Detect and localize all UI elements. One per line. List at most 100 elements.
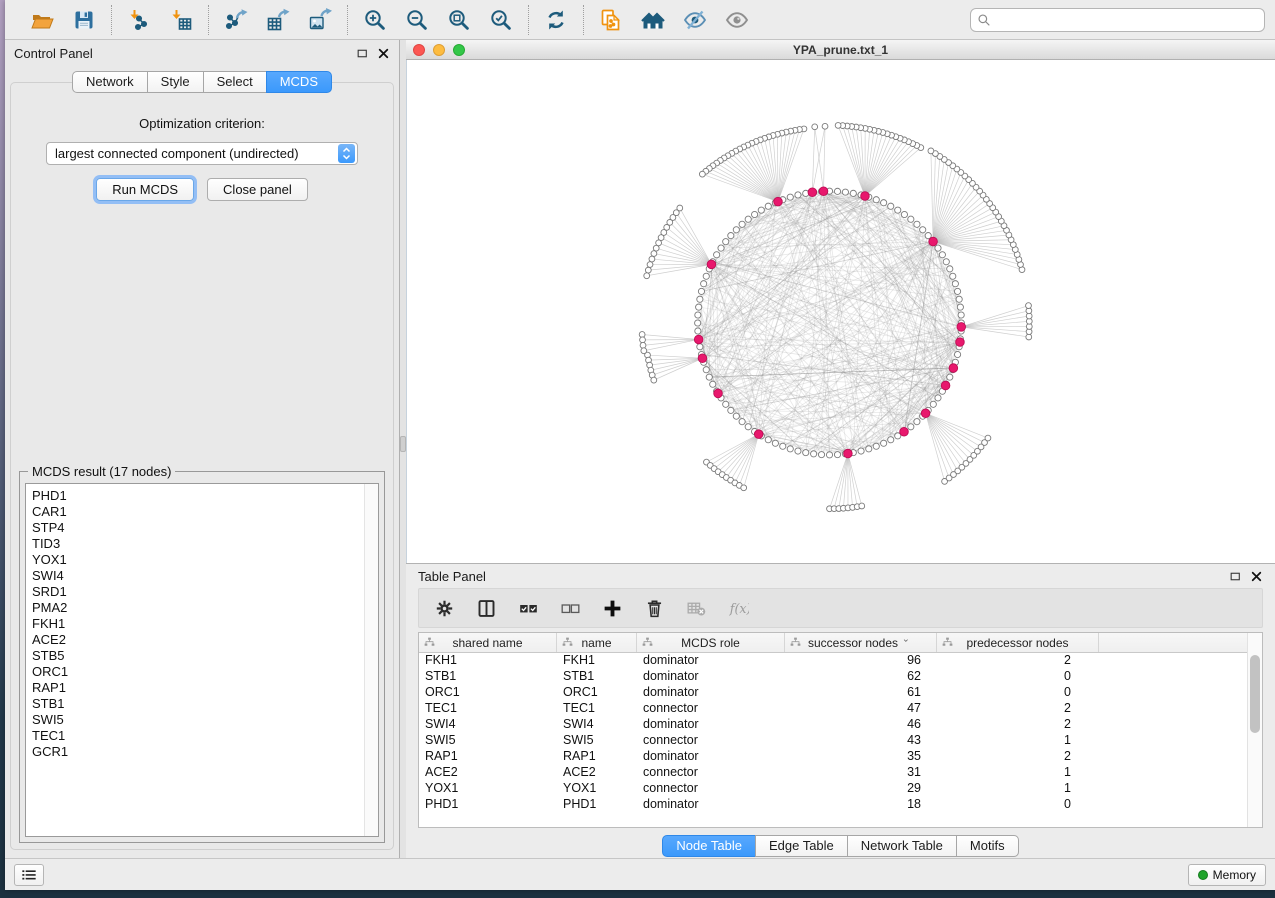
toolbar-group bbox=[208, 5, 347, 35]
table-cell: SWI4 bbox=[557, 717, 637, 733]
result-list-scrollbar[interactable] bbox=[364, 484, 378, 836]
tab-node-table[interactable]: Node Table bbox=[662, 835, 756, 857]
table-cell: dominator bbox=[637, 685, 785, 701]
close-table-panel-icon[interactable] bbox=[1250, 570, 1263, 583]
export-table-button[interactable] bbox=[263, 5, 293, 35]
tab-mcds[interactable]: MCDS bbox=[266, 71, 332, 93]
column-header-predecessor-nodes[interactable]: predecessor nodes bbox=[937, 633, 1099, 652]
result-list-item[interactable]: TID3 bbox=[32, 536, 364, 552]
result-list-item[interactable]: STP4 bbox=[32, 520, 364, 536]
column-header-icon bbox=[941, 636, 954, 649]
close-panel-icon[interactable] bbox=[377, 47, 390, 60]
result-list-item[interactable]: STB5 bbox=[32, 648, 364, 664]
table-row[interactable]: PHD1PHD1dominator180 bbox=[419, 797, 1247, 813]
zoom-in-button[interactable] bbox=[360, 5, 390, 35]
table-row[interactable]: RAP1RAP1dominator352 bbox=[419, 749, 1247, 765]
fit-columns-button[interactable] bbox=[473, 595, 499, 621]
list-icon bbox=[21, 868, 37, 882]
column-header-MCDS-role[interactable]: MCDS role bbox=[637, 633, 785, 652]
mcds-result-list[interactable]: PHD1CAR1STP4TID3YOX1SWI4SRD1PMA2FKH1ACE2… bbox=[25, 483, 379, 837]
unselect-all-columns-button[interactable] bbox=[557, 595, 583, 621]
tab-style[interactable]: Style bbox=[147, 71, 204, 93]
result-list-item[interactable]: SRD1 bbox=[32, 584, 364, 600]
zoom-selected-button[interactable] bbox=[486, 5, 516, 35]
column-header-successor-nodes[interactable]: successor nodes bbox=[785, 633, 937, 652]
close-panel-button[interactable]: Close panel bbox=[207, 178, 308, 201]
result-list-item[interactable]: GCR1 bbox=[32, 744, 364, 760]
copy-network-button[interactable] bbox=[596, 5, 626, 35]
table-cell: FKH1 bbox=[557, 653, 637, 669]
import-network-button[interactable] bbox=[124, 5, 154, 35]
main-area: Control Panel NetworkStyleSelectMCDS Opt… bbox=[5, 40, 1275, 858]
network-overview-button[interactable] bbox=[638, 5, 668, 35]
float-panel-icon[interactable] bbox=[356, 47, 369, 60]
network-canvas[interactable] bbox=[406, 60, 1275, 563]
zoom-fit-button[interactable] bbox=[444, 5, 474, 35]
result-list-item[interactable]: SWI5 bbox=[32, 712, 364, 728]
table-panel: Table Panel f(x) shar bbox=[406, 563, 1275, 858]
result-list-item[interactable]: SWI4 bbox=[32, 568, 364, 584]
table-header-row: shared namenameMCDS rolesuccessor nodesp… bbox=[419, 633, 1247, 653]
float-table-panel-icon[interactable] bbox=[1229, 570, 1242, 583]
import-network-icon bbox=[127, 8, 151, 32]
table-row[interactable]: SWI4SWI4dominator462 bbox=[419, 717, 1247, 733]
tab-network-table[interactable]: Network Table bbox=[847, 835, 957, 857]
result-list-item[interactable]: YOX1 bbox=[32, 552, 364, 568]
tab-network[interactable]: Network bbox=[72, 71, 148, 93]
open-session-button[interactable] bbox=[27, 5, 57, 35]
show-log-button[interactable] bbox=[14, 864, 44, 886]
result-list-item[interactable]: ACE2 bbox=[32, 632, 364, 648]
refresh-layout-button[interactable] bbox=[541, 5, 571, 35]
import-table-button[interactable] bbox=[166, 5, 196, 35]
table-row[interactable]: ACE2ACE2connector311 bbox=[419, 765, 1247, 781]
control-panel: Control Panel NetworkStyleSelectMCDS Opt… bbox=[5, 40, 400, 858]
criterion-select[interactable]: largest connected component (undirected) bbox=[46, 142, 358, 165]
export-image-button[interactable] bbox=[305, 5, 335, 35]
result-list-item[interactable]: STB1 bbox=[32, 696, 364, 712]
delete-columns-button[interactable] bbox=[641, 595, 667, 621]
table-settings-button[interactable] bbox=[431, 595, 457, 621]
result-list-item[interactable]: FKH1 bbox=[32, 616, 364, 632]
table-scrollbar[interactable] bbox=[1247, 633, 1262, 827]
column-header-name[interactable]: name bbox=[557, 633, 637, 652]
fit-columns-icon bbox=[476, 598, 497, 619]
column-header-shared-name[interactable]: shared name bbox=[419, 633, 557, 652]
table-cell: 0 bbox=[937, 797, 1099, 813]
hide-graphics-details-button[interactable] bbox=[680, 5, 710, 35]
table-row[interactable]: STB1STB1dominator620 bbox=[419, 669, 1247, 685]
function-builder-icon: f(x) bbox=[728, 598, 749, 619]
tab-motifs[interactable]: Motifs bbox=[956, 835, 1019, 857]
tab-select[interactable]: Select bbox=[203, 71, 267, 93]
save-session-icon bbox=[72, 8, 96, 32]
select-all-columns-button[interactable] bbox=[515, 595, 541, 621]
memory-button[interactable]: Memory bbox=[1188, 864, 1266, 886]
tab-edge-table[interactable]: Edge Table bbox=[755, 835, 848, 857]
result-list-item[interactable]: PHD1 bbox=[32, 488, 364, 504]
table-row[interactable]: ORC1ORC1dominator610 bbox=[419, 685, 1247, 701]
result-list-item[interactable]: PMA2 bbox=[32, 600, 364, 616]
search-input[interactable] bbox=[996, 13, 1258, 27]
result-list-item[interactable]: RAP1 bbox=[32, 680, 364, 696]
save-session-button[interactable] bbox=[69, 5, 99, 35]
table-cell: 1 bbox=[937, 781, 1099, 797]
add-column-button[interactable] bbox=[599, 595, 625, 621]
result-list-item[interactable]: CAR1 bbox=[32, 504, 364, 520]
zoom-window-button[interactable] bbox=[453, 44, 465, 56]
zoom-out-button[interactable] bbox=[402, 5, 432, 35]
table-row[interactable]: FKH1FKH1dominator962 bbox=[419, 653, 1247, 669]
table-cell: 2 bbox=[937, 653, 1099, 669]
close-window-button[interactable] bbox=[413, 44, 425, 56]
table-scrollbar-thumb[interactable] bbox=[1250, 655, 1260, 733]
export-network-button[interactable] bbox=[221, 5, 251, 35]
result-list-item[interactable]: ORC1 bbox=[32, 664, 364, 680]
table-cell: 2 bbox=[937, 701, 1099, 717]
run-mcds-button[interactable]: Run MCDS bbox=[96, 178, 194, 201]
table-row[interactable]: YOX1YOX1connector291 bbox=[419, 781, 1247, 797]
minimize-window-button[interactable] bbox=[433, 44, 445, 56]
control-panel-header: Control Panel bbox=[5, 40, 399, 66]
table-tabs-bar: Node TableEdge TableNetwork TableMotifs bbox=[406, 828, 1275, 858]
show-graphics-details-button[interactable] bbox=[722, 5, 752, 35]
table-row[interactable]: SWI5SWI5connector431 bbox=[419, 733, 1247, 749]
table-row[interactable]: TEC1TEC1connector472 bbox=[419, 701, 1247, 717]
result-list-item[interactable]: TEC1 bbox=[32, 728, 364, 744]
